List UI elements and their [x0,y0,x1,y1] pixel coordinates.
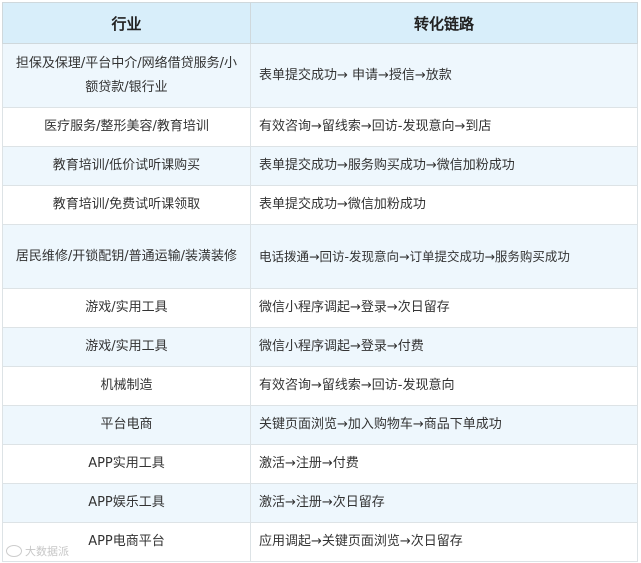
industry-cell: APP娱乐工具 [2,483,251,523]
watermark: 大数据派 [6,543,69,559]
table-row: 担保及保理/平台中介/网络借贷服务/小额贷款/银行业 表单提交成功→ 申请→授信… [2,43,638,108]
table-row: 游戏/实用工具 微信小程序调起→登录→付费 [2,327,638,367]
table-row: APP娱乐工具 激活→注册→次日留存 [2,483,638,523]
table-row: 机械制造 有效咨询→留线索→回访-发现意向 [2,366,638,406]
conversion-path-cell: 激活→注册→次日留存 [250,483,638,523]
conversion-path-cell: 关键页面浏览→加入购物车→商品下单成功 [250,405,638,445]
industry-cell: 游戏/实用工具 [2,327,251,367]
table-row: 教育培训/低价试听课购买 表单提交成功→服务购买成功→微信加粉成功 [2,146,638,186]
industry-cell: 教育培训/低价试听课购买 [2,146,251,186]
conversion-path-cell: 激活→注册→付费 [250,444,638,484]
table-row: 居民维修/开锁配钥/普通运输/装潢装修 电话拨通→回访-发现意向→订单提交成功→… [2,224,638,289]
conversion-path-cell: 应用调起→关键页面浏览→次日留存 [250,522,638,562]
conversion-table-container: 行业 转化链路 担保及保理/平台中介/网络借贷服务/小额贷款/银行业 表单提交成… [2,2,638,562]
table-row: APP实用工具 激活→注册→付费 [2,444,638,484]
watermark-logo-icon [6,545,22,557]
watermark-text: 大数据派 [25,545,69,558]
industry-cell: 担保及保理/平台中介/网络借贷服务/小额贷款/银行业 [2,43,251,108]
industry-cell: 平台电商 [2,405,251,445]
table-row: 平台电商 关键页面浏览→加入购物车→商品下单成功 [2,405,638,445]
conversion-path-cell: 电话拨通→回访-发现意向→订单提交成功→服务购买成功 [250,224,638,289]
industry-cell: 居民维修/开锁配钥/普通运输/装潢装修 [2,224,251,289]
industry-cell: 医疗服务/整形美容/教育培训 [2,107,251,147]
table-row: APP电商平台 应用调起→关键页面浏览→次日留存 [2,522,638,562]
table-row: 游戏/实用工具 微信小程序调起→登录→次日留存 [2,288,638,328]
conversion-path-cell: 表单提交成功→ 申请→授信→放款 [250,43,638,108]
table-row: 教育培训/免费试听课领取 表单提交成功→微信加粉成功 [2,185,638,225]
conversion-path-cell: 微信小程序调起→登录→次日留存 [250,288,638,328]
conversion-path-cell: 表单提交成功→微信加粉成功 [250,185,638,225]
industry-cell: 机械制造 [2,366,251,406]
conversion-path-cell: 表单提交成功→服务购买成功→微信加粉成功 [250,146,638,186]
industry-cell: 教育培训/免费试听课领取 [2,185,251,225]
table-header-row: 行业 转化链路 [2,2,638,44]
industry-cell: APP实用工具 [2,444,251,484]
conversion-path-cell: 有效咨询→留线索→回访-发现意向→到店 [250,107,638,147]
industry-cell: 游戏/实用工具 [2,288,251,328]
table-row: 医疗服务/整形美容/教育培训 有效咨询→留线索→回访-发现意向→到店 [2,107,638,147]
conversion-path-cell: 有效咨询→留线索→回访-发现意向 [250,366,638,406]
conversion-table: 行业 转化链路 担保及保理/平台中介/网络借贷服务/小额贷款/银行业 表单提交成… [2,2,638,562]
conversion-path-cell: 微信小程序调起→登录→付费 [250,327,638,367]
header-industry: 行业 [2,2,251,44]
header-conversion-path: 转化链路 [250,2,638,44]
